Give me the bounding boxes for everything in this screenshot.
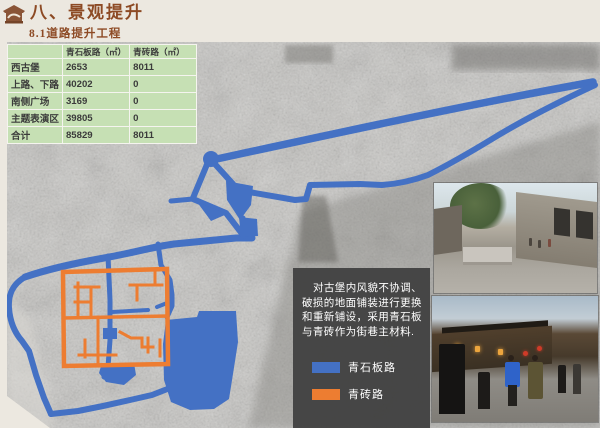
photo-street-dusk: [432, 296, 598, 422]
row-label: 合计: [8, 127, 63, 144]
legend-note: 对古堡内风貌不协调、破损的地面铺装进行更换和重新铺设，采用青石板与青砖作为街巷主…: [302, 281, 422, 339]
header-cell-stone: 青石板路（㎡）: [62, 45, 129, 59]
slide-header: 八、景观提升 8.1道路提升工程: [3, 3, 144, 41]
stone-value: 2653: [62, 59, 129, 76]
legend-item-label: 青石板路: [348, 359, 396, 375]
legend-item-label: 青砖路: [348, 386, 384, 402]
brick-value: 0: [130, 93, 197, 110]
legend-panel: 对古堡内风貌不协调、破损的地面铺装进行更换和重新铺设，采用青石板与青砖作为街巷主…: [293, 268, 430, 428]
table-row: 主题表演区 39805 0: [8, 110, 197, 127]
pedestrian-olive-dress: [528, 362, 543, 400]
window: [576, 210, 592, 240]
table-row-total: 合计 85829 8011: [8, 127, 197, 144]
pedestrian: [548, 239, 551, 247]
table-row: 上路、下路 40202 0: [8, 76, 197, 93]
pedestrian: [538, 240, 541, 248]
brick-value: 0: [130, 76, 197, 93]
brick-value: 8011: [130, 59, 197, 76]
row-label: 上路、下路: [8, 76, 63, 93]
stone-planter: [463, 247, 512, 265]
pedestrian-legs: [508, 385, 518, 405]
pedestrian: [439, 344, 466, 415]
row-label: 主题表演区: [8, 110, 63, 127]
table-row: 南侧广场 3169 0: [8, 93, 197, 110]
pedestrian: [573, 364, 581, 394]
building: [516, 192, 598, 268]
legend-item-brick: 青砖路: [312, 386, 422, 402]
table-header-row: 青石板路（㎡） 青砖路（㎡）: [8, 45, 197, 59]
window-light: [475, 346, 480, 352]
row-label: 西古堡: [8, 59, 63, 76]
slide: 八、景观提升 8.1道路提升工程 青石板路（㎡） 青砖路（㎡） 西古堡 2653…: [0, 0, 600, 428]
title-ornament-icon: [3, 5, 25, 24]
legend-item-stone: 青石板路: [312, 359, 422, 375]
header-cell-brick: 青砖路（㎡）: [130, 45, 197, 59]
table-row: 西古堡 2653 8011: [8, 59, 197, 76]
window-light: [498, 349, 503, 355]
page-title: 八、景观提升: [30, 3, 144, 23]
stone-value: 3169: [62, 93, 129, 110]
brick-road-swatch: [312, 389, 340, 400]
stone-road-swatch: [312, 362, 340, 373]
stone-value: 85829: [62, 127, 129, 144]
window: [553, 207, 569, 237]
header-cell-empty: [8, 45, 63, 59]
stone-value: 39805: [62, 110, 129, 127]
stone-value: 40202: [62, 76, 129, 93]
pedestrian: [478, 372, 490, 410]
photo-street-day: [434, 183, 597, 293]
brick-value: 8011: [130, 127, 197, 144]
page-subtitle: 8.1道路提升工程: [29, 25, 144, 41]
pedestrian-blue-shirt: [505, 362, 520, 387]
pedestrian: [529, 238, 532, 246]
road-areas-table: 青石板路（㎡） 青砖路（㎡） 西古堡 2653 8011 上路、下路 40202…: [7, 44, 197, 144]
row-label: 南侧广场: [8, 93, 63, 110]
brick-value: 0: [130, 110, 197, 127]
building: [434, 205, 462, 255]
pedestrian: [558, 365, 566, 393]
